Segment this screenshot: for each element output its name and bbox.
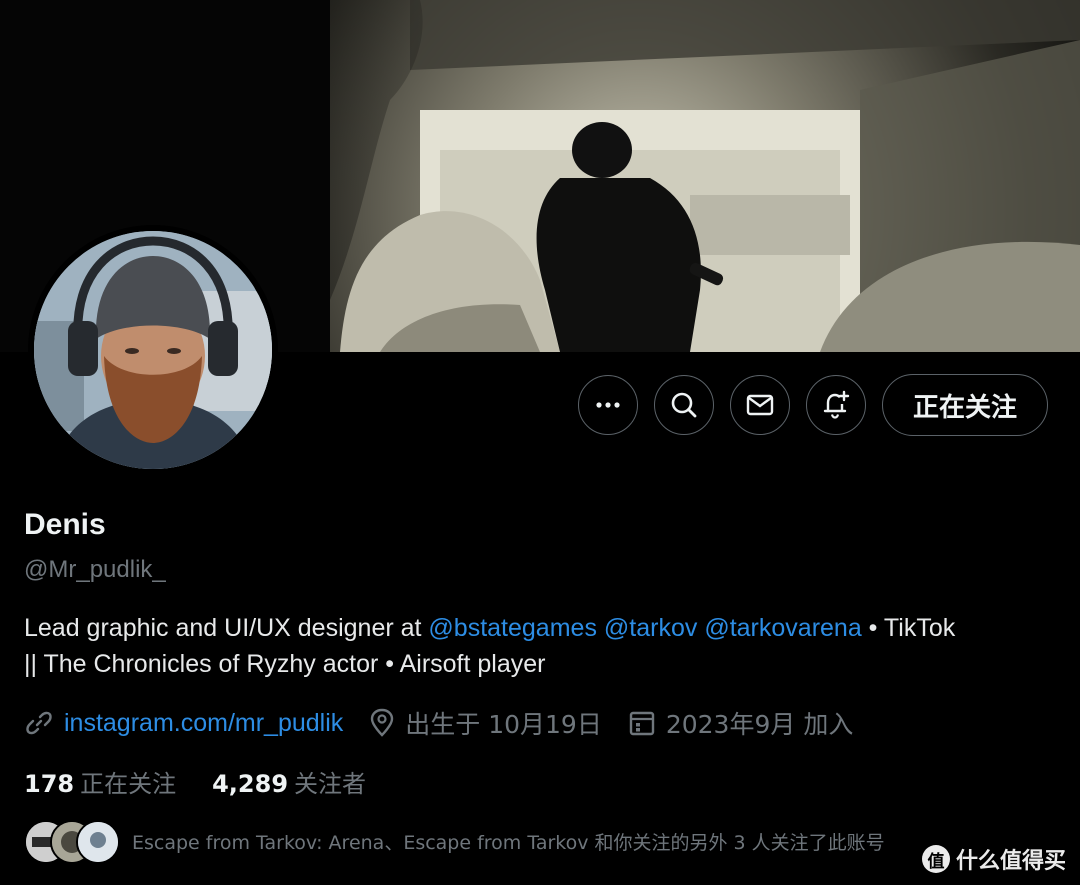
- profile-meta: instagram.com/mr_pudlik 出生于 10月19日 2023年…: [24, 705, 879, 741]
- profile-page: 正在关注 Denis @Mr_pudlik_ Lead graphic and …: [0, 0, 1080, 885]
- profile-avatar[interactable]: [28, 225, 278, 475]
- birthday-text: 出生于 10月19日: [405, 710, 602, 739]
- follow-counts: 178 正在关注 4,289 关注者: [24, 764, 402, 799]
- profile-link-text[interactable]: instagram.com/mr_pudlik: [64, 709, 343, 738]
- following-number: 178: [24, 770, 75, 798]
- more-button[interactable]: [577, 375, 638, 435]
- watermark-logo: 值: [921, 845, 950, 873]
- profile-link[interactable]: instagram.com/mr_pudlik: [24, 708, 343, 738]
- mention-tarkovarena[interactable]: @tarkovarena: [704, 614, 861, 642]
- search-button[interactable]: [653, 375, 714, 435]
- bio-line-2: || The Chronicles of Ryzhy actor • Airso…: [24, 650, 546, 678]
- profile-actions: 正在关注: [577, 374, 1048, 436]
- followed-by[interactable]: Escape from Tarkov: Arena、Escape from Ta…: [24, 820, 885, 864]
- followed-by-avatars: [24, 820, 120, 864]
- location-pin-icon: [371, 708, 394, 737]
- followed-by-text: Escape from Tarkov: Arena、Escape from Ta…: [132, 831, 885, 854]
- followers-count[interactable]: 4,289 关注者: [212, 764, 366, 799]
- birthday-info: 出生于 10月19日: [369, 705, 602, 741]
- followers-number: 4,289: [212, 770, 289, 798]
- following-label: 正在关注: [80, 770, 177, 798]
- joined-text: 2023年9月 加入: [665, 710, 854, 739]
- search-icon: [671, 392, 697, 418]
- following-count[interactable]: 178 正在关注: [24, 764, 176, 799]
- more-icon: [596, 402, 620, 408]
- site-watermark: 值 什么值得买: [921, 843, 1066, 875]
- joined-info: 2023年9月 加入: [628, 705, 853, 741]
- watermark-text: 什么值得买: [955, 849, 1066, 874]
- display-name: Denis: [24, 508, 106, 541]
- mention-bstategames[interactable]: @bstategames: [428, 614, 597, 642]
- followers-label: 关注者: [294, 770, 367, 798]
- mention-tarkov[interactable]: @tarkov: [604, 614, 697, 642]
- message-button[interactable]: [729, 375, 790, 435]
- following-button[interactable]: 正在关注: [881, 374, 1048, 436]
- calendar-icon: [629, 711, 655, 736]
- avatar-image: [34, 231, 272, 469]
- link-icon: [26, 711, 52, 735]
- profile-bio: Lead graphic and UI/UX designer at @bsta…: [24, 610, 1064, 682]
- bell-plus-icon: [823, 390, 850, 419]
- user-handle: @Mr_pudlik_: [24, 556, 166, 583]
- notify-button[interactable]: [805, 375, 866, 435]
- mini-avatar: [76, 820, 120, 864]
- bio-text: Lead graphic and UI/UX designer at: [24, 614, 429, 642]
- bio-text-tail: • TikTok: [861, 614, 956, 642]
- mail-icon: [746, 394, 774, 416]
